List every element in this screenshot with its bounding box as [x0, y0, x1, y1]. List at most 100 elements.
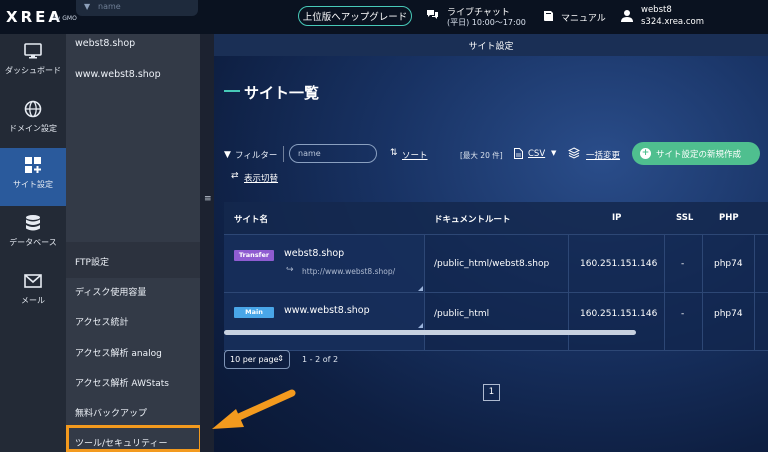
divider	[424, 235, 425, 292]
column-header[interactable]: サイト名	[234, 213, 268, 225]
chevron-down-icon[interactable]: ▼	[551, 149, 556, 157]
nav-label: メール	[21, 296, 45, 305]
top-search-input[interactable]: ▼ name	[76, 0, 198, 16]
database-icon	[26, 215, 40, 231]
manual-link[interactable]: マニュアル	[561, 11, 606, 24]
sort-icon[interactable]: ⇅	[390, 148, 398, 158]
page-range: 1 - 2 of 2	[302, 355, 339, 364]
monitor-icon	[24, 43, 42, 59]
nav-item-site-settings[interactable]: サイト設定	[0, 148, 66, 206]
new-site-button[interactable]: + サイト設定の新規作成	[632, 142, 760, 165]
sub-item-disk-usage[interactable]: ディスク使用容量	[75, 285, 146, 298]
sub-site-item[interactable]: webst8.shop	[75, 38, 135, 49]
mail-icon	[24, 274, 42, 288]
per-page-select[interactable]: 10 per page ⇕	[224, 350, 290, 369]
divider	[424, 293, 425, 350]
site-cell	[224, 293, 424, 350]
divider	[664, 293, 665, 350]
horizontal-scrollbar[interactable]	[224, 330, 636, 335]
sub-item-backup[interactable]: 無料バックアップ	[75, 406, 147, 419]
resize-handle	[418, 286, 423, 291]
max-count: [最大 20 件]	[460, 151, 503, 160]
chat-hours: (平日) 10:00〜17:00	[447, 18, 526, 27]
nav-label: データベース	[9, 238, 57, 247]
sub-item-analog[interactable]: アクセス解析 analog	[75, 346, 162, 359]
site-name[interactable]: webst8.shop	[284, 248, 344, 259]
highlight-box	[66, 425, 202, 452]
status-badge: Main	[234, 307, 274, 318]
page-title: サイト一覧	[244, 84, 320, 102]
php-cell: php74	[714, 259, 743, 269]
main-header: サイト設定	[214, 34, 768, 56]
upgrade-button[interactable]: 上位版へアップグレード	[298, 6, 412, 26]
divider	[754, 235, 755, 292]
column-header[interactable]: SSL	[676, 213, 693, 223]
filter-label: フィルター	[235, 151, 278, 161]
ip-cell: 160.251.151.146	[580, 309, 658, 319]
site-name[interactable]: www.webst8.shop	[284, 305, 370, 316]
site-url[interactable]: http://www.webst8.shop/	[302, 267, 395, 276]
ssl-cell: -	[681, 309, 685, 319]
nav-item-domain[interactable]: ドメイン設定	[0, 92, 66, 150]
new-site-label: サイト設定の新規作成	[656, 149, 742, 160]
user-icon[interactable]	[621, 9, 633, 22]
updown-icon: ⇕	[277, 354, 284, 363]
book-icon[interactable]	[543, 10, 554, 22]
top-bar: XREA by GMO ▼ name 上位版へアップグレード ライブチャット (…	[0, 0, 768, 34]
divider	[702, 293, 703, 350]
resize-handle	[418, 323, 423, 328]
left-nav: ダッシュボード ドメイン設定 サイト設定 データベース メール	[0, 34, 66, 452]
file-icon[interactable]	[514, 148, 523, 159]
layers-icon[interactable]	[568, 147, 580, 159]
nav-item-database[interactable]: データベース	[0, 206, 66, 264]
logo-sub: by GMO	[53, 15, 77, 22]
docroot-cell: /public_html/webst8.shop	[434, 259, 550, 269]
per-page-value: 10 per page	[230, 355, 279, 364]
chat-icon[interactable]	[426, 9, 439, 20]
nav-label: サイト設定	[13, 180, 53, 189]
toggle-view-link[interactable]: 表示切替	[244, 172, 278, 184]
user-name[interactable]: webst8	[641, 5, 672, 15]
ssl-cell: -	[681, 259, 685, 269]
annotation-arrow-icon	[212, 389, 296, 429]
grid-plus-icon	[25, 157, 41, 173]
column-header[interactable]: IP	[612, 213, 621, 223]
sub-item-access-stats[interactable]: アクセス統計	[75, 315, 129, 328]
table-row[interactable]: Main www.webst8.shop /public_html 160.25…	[224, 293, 768, 351]
swap-icon[interactable]: ⇄	[231, 171, 239, 181]
divider	[664, 235, 665, 292]
nav-item-mail[interactable]: メール	[0, 264, 66, 322]
sub-item-awstats[interactable]: アクセス解析 AWStats	[75, 376, 169, 389]
sub-site-item[interactable]: www.webst8.shop	[75, 69, 161, 80]
grip-icon[interactable]: ≡	[204, 194, 212, 204]
nav-label: ドメイン設定	[9, 124, 57, 133]
globe-icon	[24, 100, 42, 118]
redirect-icon: ↪	[286, 265, 294, 275]
divider	[754, 293, 755, 350]
nav-label: ダッシュボード	[5, 66, 61, 75]
csv-link[interactable]: CSV	[528, 149, 545, 159]
php-cell: php74	[714, 309, 743, 319]
sort-link[interactable]: ソート	[402, 149, 428, 161]
top-search-placeholder: name	[98, 2, 121, 11]
docroot-cell: /public_html	[434, 309, 490, 319]
user-server: s324.xrea.com	[641, 17, 704, 27]
sub-item-ftp[interactable]: FTP設定	[75, 255, 109, 268]
column-header[interactable]: PHP	[719, 213, 739, 223]
status-badge: Transfer	[234, 250, 274, 261]
filter-icon: ▼	[84, 2, 91, 11]
table-row[interactable]: Transfer webst8.shop ↪ http://www.webst8…	[224, 235, 768, 293]
nav-item-dashboard[interactable]: ダッシュボード	[0, 34, 66, 92]
divider	[283, 146, 284, 162]
bulk-edit-link[interactable]: 一括変更	[586, 149, 620, 161]
filter-icon: ▼	[224, 150, 231, 160]
page-button[interactable]: 1	[483, 384, 500, 401]
title-accent	[224, 90, 240, 92]
divider	[702, 235, 703, 292]
column-header[interactable]: ドキュメントルート	[434, 213, 511, 225]
filter-input[interactable]	[289, 144, 377, 163]
ip-cell: 160.251.151.146	[580, 259, 658, 269]
divider	[568, 293, 569, 350]
plus-icon: +	[640, 148, 651, 159]
sub-nav: webst8.shop www.webst8.shop FTP設定 ディスク使用…	[66, 34, 200, 452]
